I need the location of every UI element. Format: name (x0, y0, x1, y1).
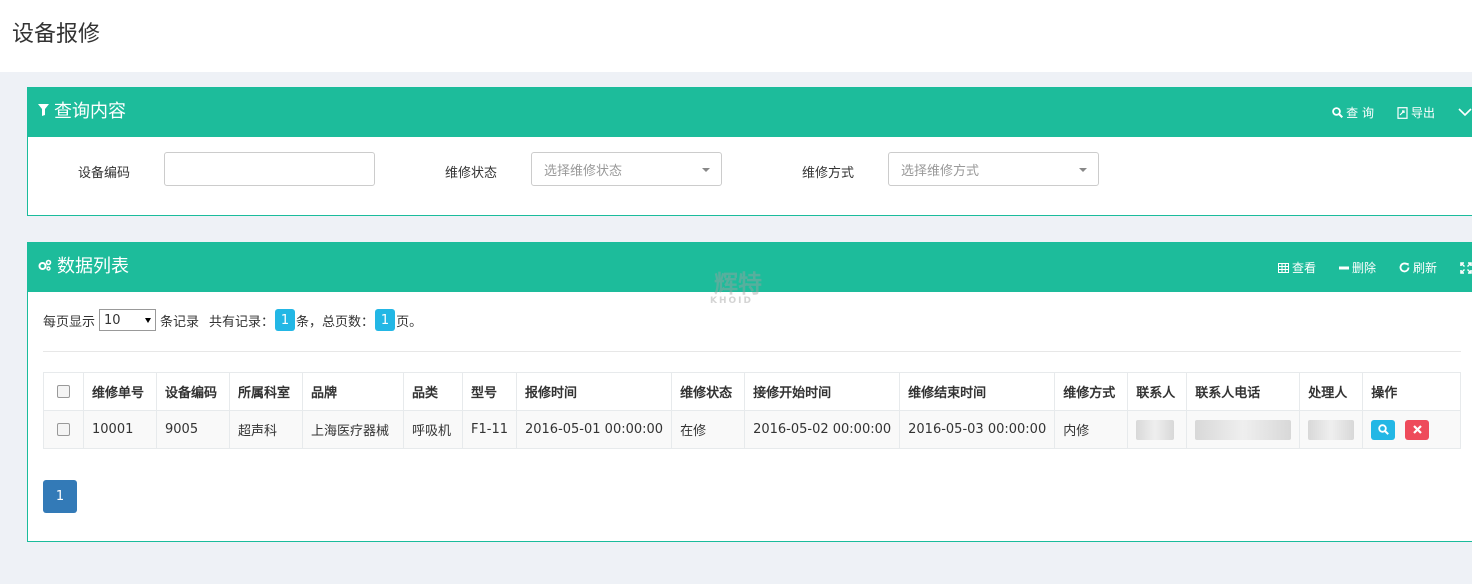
delete-button[interactable]: 删除 (1338, 259, 1376, 276)
total-pages-label: 条，总页数： (296, 314, 375, 330)
column-header[interactable]: 维修单号 (83, 372, 157, 411)
actions-cell (1362, 410, 1461, 449)
export-file-icon (1397, 106, 1408, 119)
device-code-input[interactable] (164, 152, 375, 186)
query-panel-header: 查询内容 查 询 导出 (28, 88, 1472, 137)
minus-icon (1338, 266, 1349, 269)
method-select-placeholder: 选择维修方式 (901, 163, 980, 179)
filter-icon (38, 104, 49, 116)
method-cell: 内修 (1054, 410, 1129, 449)
search-icon (1332, 107, 1344, 118)
redacted-handler (1308, 419, 1355, 440)
page-size-select[interactable]: 10 (99, 309, 157, 331)
category-cell: 呼吸机 (403, 410, 463, 449)
status-select[interactable]: 选择维修状态 (531, 152, 722, 186)
search-icon (1378, 424, 1389, 435)
column-header[interactable]: 维修结束时间 (899, 372, 1056, 411)
refresh-button[interactable]: 刷新 (1399, 259, 1437, 276)
divider (43, 351, 1461, 352)
column-header[interactable]: 联系人 (1127, 372, 1188, 411)
column-header[interactable]: 维修状态 (671, 372, 746, 411)
page-title: 设备报修 (12, 22, 101, 47)
column-header[interactable]: 维修方式 (1054, 372, 1129, 411)
pager-info: 每页显示 10 条记录 共有记录： 1 条，总页数： 1 页。 (43, 309, 422, 331)
chevron-down-icon (1458, 108, 1472, 117)
column-header[interactable]: 设备编码 (156, 372, 230, 411)
column-header[interactable]: 接修开始时间 (744, 372, 901, 411)
redacted-contact (1136, 419, 1175, 440)
status-cell: 在修 (671, 410, 746, 449)
data-panel-title: 数据列表 (38, 252, 129, 278)
order-no-cell: 10001 (83, 410, 157, 449)
caret-down-icon (702, 168, 710, 172)
table-icon (1277, 262, 1289, 273)
row-view-button[interactable] (1371, 419, 1396, 440)
department-cell: 超声科 (229, 410, 303, 449)
select-all-checkbox[interactable] (57, 385, 70, 398)
report-time-cell: 2016-05-01 00:00:00 (515, 410, 673, 449)
refresh-icon (1399, 262, 1410, 273)
page-1-button[interactable]: 1 (43, 480, 77, 513)
column-header[interactable]: 处理人 (1299, 372, 1364, 411)
export-button[interactable]: 导出 (1397, 104, 1435, 121)
page-header: 设备报修 (0, 0, 1472, 72)
total-pages-badge: 1 (375, 309, 396, 331)
row-checkbox-cell (43, 410, 84, 449)
expand-icon (1460, 261, 1472, 274)
data-table: 维修单号 设备编码 所属科室 品牌 品类 型号 报修时间 维修状态 接修开始时间… (43, 372, 1461, 449)
watermark-logo: 辉特 KHOID (710, 270, 762, 306)
table-header-row: 维修单号 设备编码 所属科室 品牌 品类 型号 报修时间 维修状态 接修开始时间… (43, 372, 1461, 411)
records-label: 条记录 (160, 314, 200, 330)
handler-cell (1299, 410, 1364, 449)
method-select[interactable]: 选择维修方式 (888, 152, 1099, 186)
brand-cell: 上海医疗器械 (302, 410, 404, 449)
pages-suffix: 页。 (396, 314, 423, 330)
fullscreen-button[interactable] (1460, 261, 1472, 274)
column-header[interactable]: 品类 (403, 372, 463, 411)
column-header[interactable]: 联系人电话 (1186, 372, 1301, 411)
end-time-cell: 2016-05-03 00:00:00 (899, 410, 1056, 449)
column-header[interactable]: 品牌 (302, 372, 404, 411)
query-panel-tools: 查 询 导出 (1309, 88, 1472, 137)
caret-down-icon (1079, 168, 1087, 172)
contact-phone-cell (1186, 410, 1301, 449)
column-header: 操作 (1362, 372, 1461, 411)
per-page-label: 每页显示 (43, 314, 96, 330)
cogs-icon (38, 259, 52, 271)
query-panel: 查询内容 查 询 导出 设备编码 维修状态 选择维修状态 维修方式 选择维修方式 (27, 87, 1472, 216)
total-records-label: 共有记录： (209, 314, 275, 330)
model-cell: F1-11 (462, 410, 517, 449)
row-checkbox[interactable] (57, 423, 70, 436)
device-code-cell: 9005 (156, 410, 230, 449)
search-button[interactable]: 查 询 (1332, 104, 1374, 121)
table-row[interactable]: 10001 9005 超声科 上海医疗器械 呼吸机 F1-11 2016-05-… (43, 410, 1461, 449)
device-code-label: 设备编码 (78, 166, 131, 181)
start-time-cell: 2016-05-02 00:00:00 (744, 410, 901, 449)
method-label: 维修方式 (802, 166, 855, 181)
redacted-phone (1195, 419, 1292, 440)
close-icon (1413, 425, 1422, 434)
total-records-badge: 1 (275, 309, 296, 331)
column-header[interactable]: 型号 (462, 372, 517, 411)
row-delete-button[interactable] (1405, 419, 1430, 440)
collapse-button[interactable] (1458, 108, 1472, 117)
contact-cell (1127, 410, 1188, 449)
caret-down-icon (145, 317, 152, 323)
column-header[interactable]: 所属科室 (229, 372, 303, 411)
view-button[interactable]: 查看 (1277, 259, 1316, 276)
status-select-placeholder: 选择维修状态 (544, 163, 623, 179)
data-panel-tools: 查看 删除 刷新 (1255, 243, 1472, 292)
select-all-cell (43, 372, 84, 411)
status-label: 维修状态 (445, 166, 498, 181)
column-header[interactable]: 报修时间 (515, 372, 673, 411)
query-panel-title: 查询内容 (38, 97, 126, 123)
